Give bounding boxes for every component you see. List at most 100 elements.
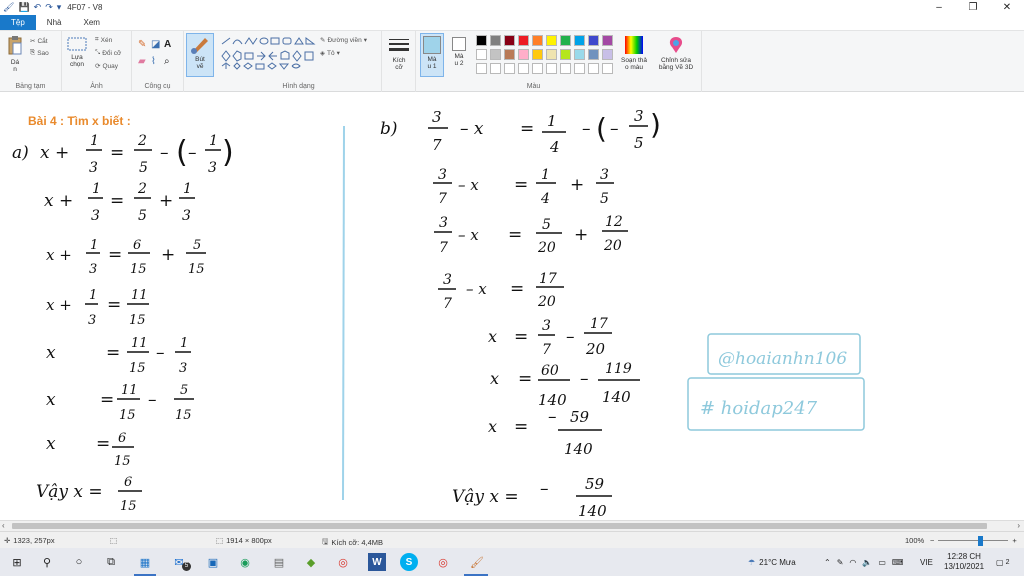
fill-bucket-icon[interactable]: ◪ bbox=[151, 39, 164, 50]
custom-color-swatch[interactable] bbox=[532, 63, 543, 74]
color-swatch[interactable] bbox=[504, 35, 515, 46]
copy-button[interactable]: ⎘ Sao bbox=[30, 49, 49, 57]
keyboard-icon[interactable]: ⌨ bbox=[892, 558, 904, 567]
outline-dropdown[interactable]: ✎ Đường viền ▾ bbox=[320, 36, 367, 45]
color-swatch[interactable] bbox=[560, 35, 571, 46]
photos-icon[interactable]: ▣ bbox=[204, 553, 222, 571]
notification-center[interactable]: ▢ 2 bbox=[996, 548, 1009, 576]
resize-button[interactable]: ⤡ Đổi cỡ bbox=[95, 49, 121, 57]
cut-button[interactable]: ✂ Cắt bbox=[30, 37, 48, 46]
color-swatch[interactable] bbox=[504, 49, 515, 60]
battery-icon[interactable]: ▭ bbox=[878, 558, 886, 567]
scroll-left-icon[interactable]: ‹ bbox=[2, 521, 5, 530]
ribbon-tabs: Tệp Nhà Xem bbox=[0, 15, 1024, 30]
svg-text:=: = bbox=[514, 175, 528, 195]
tab-home[interactable]: Nhà bbox=[36, 15, 73, 30]
shapes-gallery[interactable] bbox=[220, 36, 316, 70]
chrome-icon[interactable]: ◎ bbox=[334, 553, 352, 571]
zoom-in-icon[interactable]: + bbox=[1012, 536, 1016, 545]
search-icon[interactable]: ⚲ bbox=[38, 553, 56, 571]
rotate-button[interactable]: ⟳ Quay bbox=[95, 62, 118, 71]
custom-color-swatch[interactable] bbox=[588, 63, 599, 74]
horizontal-scrollbar[interactable]: ‹ › bbox=[0, 520, 1024, 531]
skype-icon[interactable]: S bbox=[400, 553, 418, 571]
size-button[interactable]: Kích cỡ bbox=[385, 37, 413, 71]
color-swatch[interactable] bbox=[532, 49, 543, 60]
color1-button[interactable]: Mà u 1 bbox=[420, 33, 444, 77]
color-swatch[interactable] bbox=[560, 49, 571, 60]
color-swatch[interactable] bbox=[476, 35, 487, 46]
scroll-right-icon[interactable]: › bbox=[1017, 521, 1020, 530]
bluestacks-icon[interactable]: ◆ bbox=[302, 553, 320, 571]
color-swatch[interactable] bbox=[588, 35, 599, 46]
custom-color-swatch[interactable] bbox=[504, 63, 515, 74]
minimize-button[interactable]: – bbox=[922, 0, 956, 15]
custom-color-swatch[interactable] bbox=[518, 63, 529, 74]
color-swatch[interactable] bbox=[476, 49, 487, 60]
paste-button[interactable]: Dá n bbox=[4, 35, 26, 73]
zoom-out-icon[interactable]: − bbox=[930, 536, 934, 545]
pen-icon[interactable]: ✎ bbox=[837, 558, 844, 567]
brush-button[interactable]: Bút vẽ bbox=[186, 33, 214, 77]
maximize-button[interactable]: ❐ bbox=[956, 0, 990, 15]
start-button[interactable]: ⊞ bbox=[8, 553, 26, 571]
cortana-icon[interactable]: ○ bbox=[70, 553, 88, 571]
wifi-icon[interactable]: ◠ bbox=[849, 558, 856, 567]
file-explorer-icon[interactable]: ▤ bbox=[270, 553, 288, 571]
part-b-answer-label: Vậy x = bbox=[452, 487, 519, 507]
undo-icon[interactable]: ↶ bbox=[34, 2, 42, 13]
zoom-slider-thumb[interactable] bbox=[978, 535, 984, 546]
pencil-icon[interactable]: ✎ bbox=[138, 39, 151, 50]
language-indicator[interactable]: VIE bbox=[920, 548, 933, 576]
color-swatch[interactable] bbox=[518, 49, 529, 60]
weather-widget[interactable]: ☂ 21°C Mưa bbox=[748, 548, 796, 576]
drawing-canvas[interactable]: Bài 4 : Tìm x biết : a) x + 13 = 25 – ( … bbox=[0, 92, 1024, 520]
scroll-thumb[interactable] bbox=[12, 523, 987, 529]
select-button[interactable]: Lựa chọn bbox=[66, 36, 88, 68]
custom-color-swatch[interactable] bbox=[602, 63, 613, 74]
color2-button[interactable]: Mà u 2 bbox=[448, 37, 470, 67]
chevron-up-icon[interactable]: ⌃ bbox=[824, 558, 831, 567]
svg-text:5: 5 bbox=[180, 383, 188, 398]
paint3d-button[interactable]: Chỉnh sửa bằng Vẽ 3D bbox=[654, 35, 698, 71]
redo-icon[interactable]: ↷ bbox=[45, 2, 53, 13]
task-view-icon[interactable]: ⧉ bbox=[102, 553, 120, 571]
color-swatch[interactable] bbox=[602, 35, 613, 46]
color-swatch[interactable] bbox=[490, 35, 501, 46]
edge-icon[interactable]: ◉ bbox=[236, 553, 254, 571]
customize-qat-icon[interactable]: ▾ bbox=[57, 2, 62, 13]
color-swatch[interactable] bbox=[490, 49, 501, 60]
color-swatch[interactable] bbox=[574, 35, 585, 46]
custom-color-swatch[interactable] bbox=[476, 63, 487, 74]
color-swatch[interactable] bbox=[574, 49, 585, 60]
close-button[interactable]: ✕ bbox=[990, 0, 1024, 15]
custom-color-swatch[interactable] bbox=[546, 63, 557, 74]
chrome-profile-icon[interactable]: ◎ bbox=[434, 553, 452, 571]
svg-text:=: = bbox=[106, 343, 120, 363]
eraser-icon[interactable]: ▰ bbox=[138, 56, 151, 67]
color-picker-icon[interactable]: ⌇ bbox=[151, 56, 164, 67]
word-icon[interactable]: W bbox=[368, 553, 386, 571]
tab-view[interactable]: Xem bbox=[72, 15, 110, 30]
color-swatch[interactable] bbox=[532, 35, 543, 46]
edit-colors-button[interactable]: Soạn thả o màu bbox=[618, 35, 650, 71]
color-swatch[interactable] bbox=[546, 49, 557, 60]
magnifier-icon[interactable]: ⌕ bbox=[164, 56, 177, 67]
custom-color-swatch[interactable] bbox=[574, 63, 585, 74]
color-swatch[interactable] bbox=[602, 49, 613, 60]
color-swatch[interactable] bbox=[546, 35, 557, 46]
zoom-slider[interactable]: − + bbox=[930, 535, 1017, 546]
color-swatch[interactable] bbox=[518, 35, 529, 46]
save-icon[interactable]: 💾 bbox=[18, 2, 29, 13]
text-icon[interactable]: A bbox=[164, 39, 177, 50]
custom-color-swatch[interactable] bbox=[490, 63, 501, 74]
clock[interactable]: 12:28 CH 13/10/2021 bbox=[944, 548, 984, 576]
paint-icon[interactable]: 🖌 bbox=[468, 553, 486, 571]
crop-button[interactable]: ⌗ Xén bbox=[95, 36, 112, 44]
calculator-icon[interactable]: ▦ bbox=[136, 553, 154, 571]
tab-file[interactable]: Tệp bbox=[0, 15, 36, 30]
fill-dropdown[interactable]: ◈ Tô ▾ bbox=[320, 49, 340, 58]
volume-icon[interactable]: 🔈 bbox=[862, 558, 872, 567]
color-swatch[interactable] bbox=[588, 49, 599, 60]
custom-color-swatch[interactable] bbox=[560, 63, 571, 74]
